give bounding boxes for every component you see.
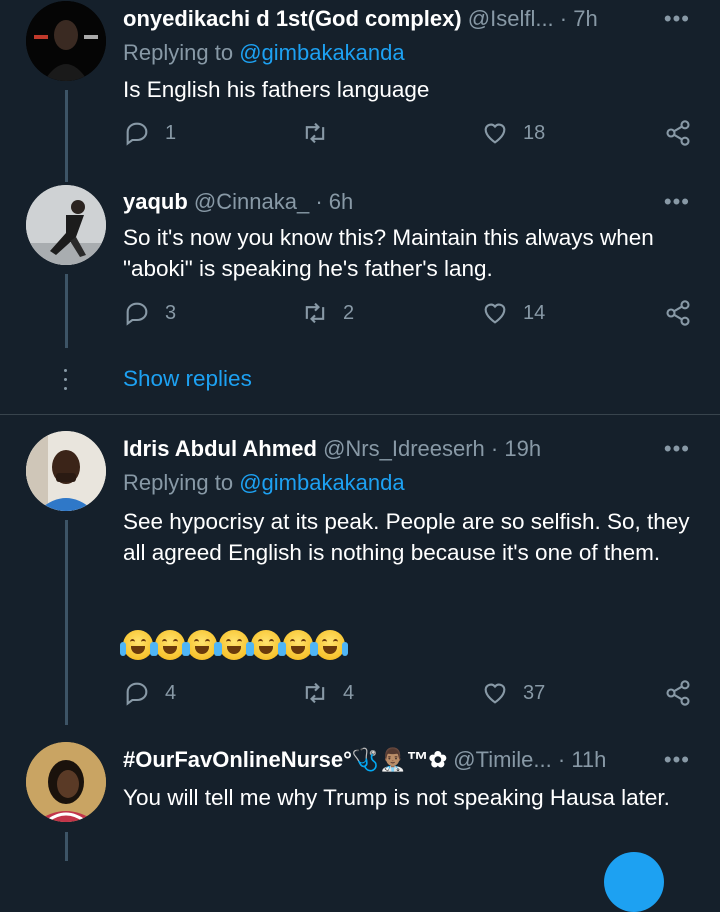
retweet-button[interactable]: [301, 119, 343, 147]
replying-to-prefix: Replying to: [123, 470, 240, 495]
crying-laughing-emoji: [280, 630, 316, 660]
retweet-icon: [305, 122, 325, 144]
heart-icon: [484, 123, 506, 144]
heart-icon: [484, 303, 506, 324]
more-icon[interactable]: •••: [664, 6, 690, 32]
retweet-button[interactable]: 2: [301, 299, 354, 327]
timestamp[interactable]: · 19h: [491, 436, 541, 461]
crying-laughing-emoji: [312, 630, 348, 660]
author-handle[interactable]: @Iselfl...: [468, 6, 554, 31]
retweet-button[interactable]: 4: [301, 679, 354, 707]
crying-laughing-emoji: [184, 630, 220, 660]
reply-icon: [126, 302, 148, 326]
reply-count: 1: [165, 121, 177, 144]
like-button[interactable]: 37: [481, 679, 545, 707]
tweet-actions: 1 18: [123, 119, 692, 151]
avatar[interactable]: [26, 742, 106, 822]
replying-to-prefix: Replying to: [123, 40, 240, 65]
tweet-actions: 4 4 37: [123, 679, 692, 711]
thread-line: [65, 274, 68, 348]
retweet-count: 4: [343, 681, 355, 704]
timestamp[interactable]: · 6h: [315, 189, 353, 214]
avatar[interactable]: [26, 1, 106, 81]
tweet-header: onyedikachi d 1st(God complex) @Iselfl..…: [123, 6, 660, 32]
thread-line: [65, 832, 68, 861]
like-button[interactable]: 14: [481, 299, 545, 327]
share-button[interactable]: [664, 299, 692, 327]
avatar[interactable]: [26, 431, 106, 511]
more-icon[interactable]: •••: [664, 436, 690, 462]
reply-icon: [126, 682, 148, 706]
retweet-icon: [305, 682, 325, 704]
reply-icon: [126, 122, 148, 146]
replying-to: Replying to @gimbakakanda: [123, 40, 405, 66]
tweet-header: yaqub @Cinnaka_ · 6h: [123, 189, 660, 215]
more-icon[interactable]: •••: [664, 747, 690, 773]
author-handle[interactable]: @Timile...: [453, 747, 552, 772]
tweet-text: Is English his fathers language: [123, 77, 430, 102]
tweet-actions: 3 2 14: [123, 299, 692, 331]
more-icon[interactable]: •••: [664, 189, 690, 215]
share-icon: [666, 680, 690, 706]
share-button[interactable]: [664, 679, 692, 707]
like-count: 14: [523, 301, 546, 324]
reply-count: 3: [165, 301, 177, 324]
like-count: 37: [523, 681, 546, 704]
tweet-text: See hypocrisy at its peak. People are so…: [123, 509, 690, 565]
share-button[interactable]: [664, 119, 692, 147]
tweet-text: You will tell me why Trump is not speaki…: [123, 785, 670, 810]
thread-line: [65, 520, 68, 725]
author-name[interactable]: Idris Abdul Ahmed: [123, 436, 317, 461]
replying-to: Replying to @gimbakakanda: [123, 470, 405, 496]
crying-laughing-emoji: [216, 630, 252, 660]
share-icon: [666, 300, 690, 326]
divider: [0, 414, 720, 415]
compose-tweet-button[interactable]: [604, 852, 664, 912]
show-replies-link[interactable]: Show replies: [123, 366, 252, 392]
author-name[interactable]: yaqub: [123, 189, 188, 214]
author-name[interactable]: #OurFavOnlineNurse: [123, 747, 343, 772]
avatar[interactable]: [26, 185, 106, 265]
timestamp[interactable]: · 11h: [558, 747, 607, 772]
retweet-count: 2: [343, 301, 355, 324]
reply-button[interactable]: 1: [123, 119, 176, 147]
reply-count: 4: [165, 681, 177, 704]
like-count: 18: [523, 121, 546, 144]
reply-button[interactable]: 4: [123, 679, 176, 707]
author-handle[interactable]: @Nrs_Idreeserh: [323, 436, 485, 461]
tweet-header: Idris Abdul Ahmed @Nrs_Idreeserh · 19h: [123, 436, 660, 462]
replying-to-link[interactable]: @gimbakakanda: [239, 470, 404, 495]
retweet-icon: [305, 302, 325, 324]
crying-laughing-emoji: [120, 630, 156, 660]
crying-laughing-emoji: [152, 630, 188, 660]
author-handle[interactable]: @Cinnaka_: [194, 189, 309, 214]
thread-dots: [64, 369, 68, 396]
tweet-text: So it's now you know this? Maintain this…: [123, 225, 654, 281]
tweet-header: #OurFavOnlineNurse°🩺👨🏽‍⚕️™✿ @Timile... ·…: [123, 747, 660, 773]
share-icon: [666, 120, 690, 146]
like-button[interactable]: 18: [481, 119, 545, 147]
crying-laughing-emoji: [248, 630, 284, 660]
author-name-badges: °🩺👨🏽‍⚕️™✿: [343, 747, 448, 772]
reply-button[interactable]: 3: [123, 299, 176, 327]
heart-icon: [484, 683, 506, 704]
timestamp[interactable]: · 7h: [560, 6, 598, 31]
emoji-row: [120, 630, 348, 660]
thread-line: [65, 90, 68, 182]
replying-to-link[interactable]: @gimbakakanda: [239, 40, 404, 65]
author-name[interactable]: onyedikachi d 1st(God complex): [123, 6, 462, 31]
